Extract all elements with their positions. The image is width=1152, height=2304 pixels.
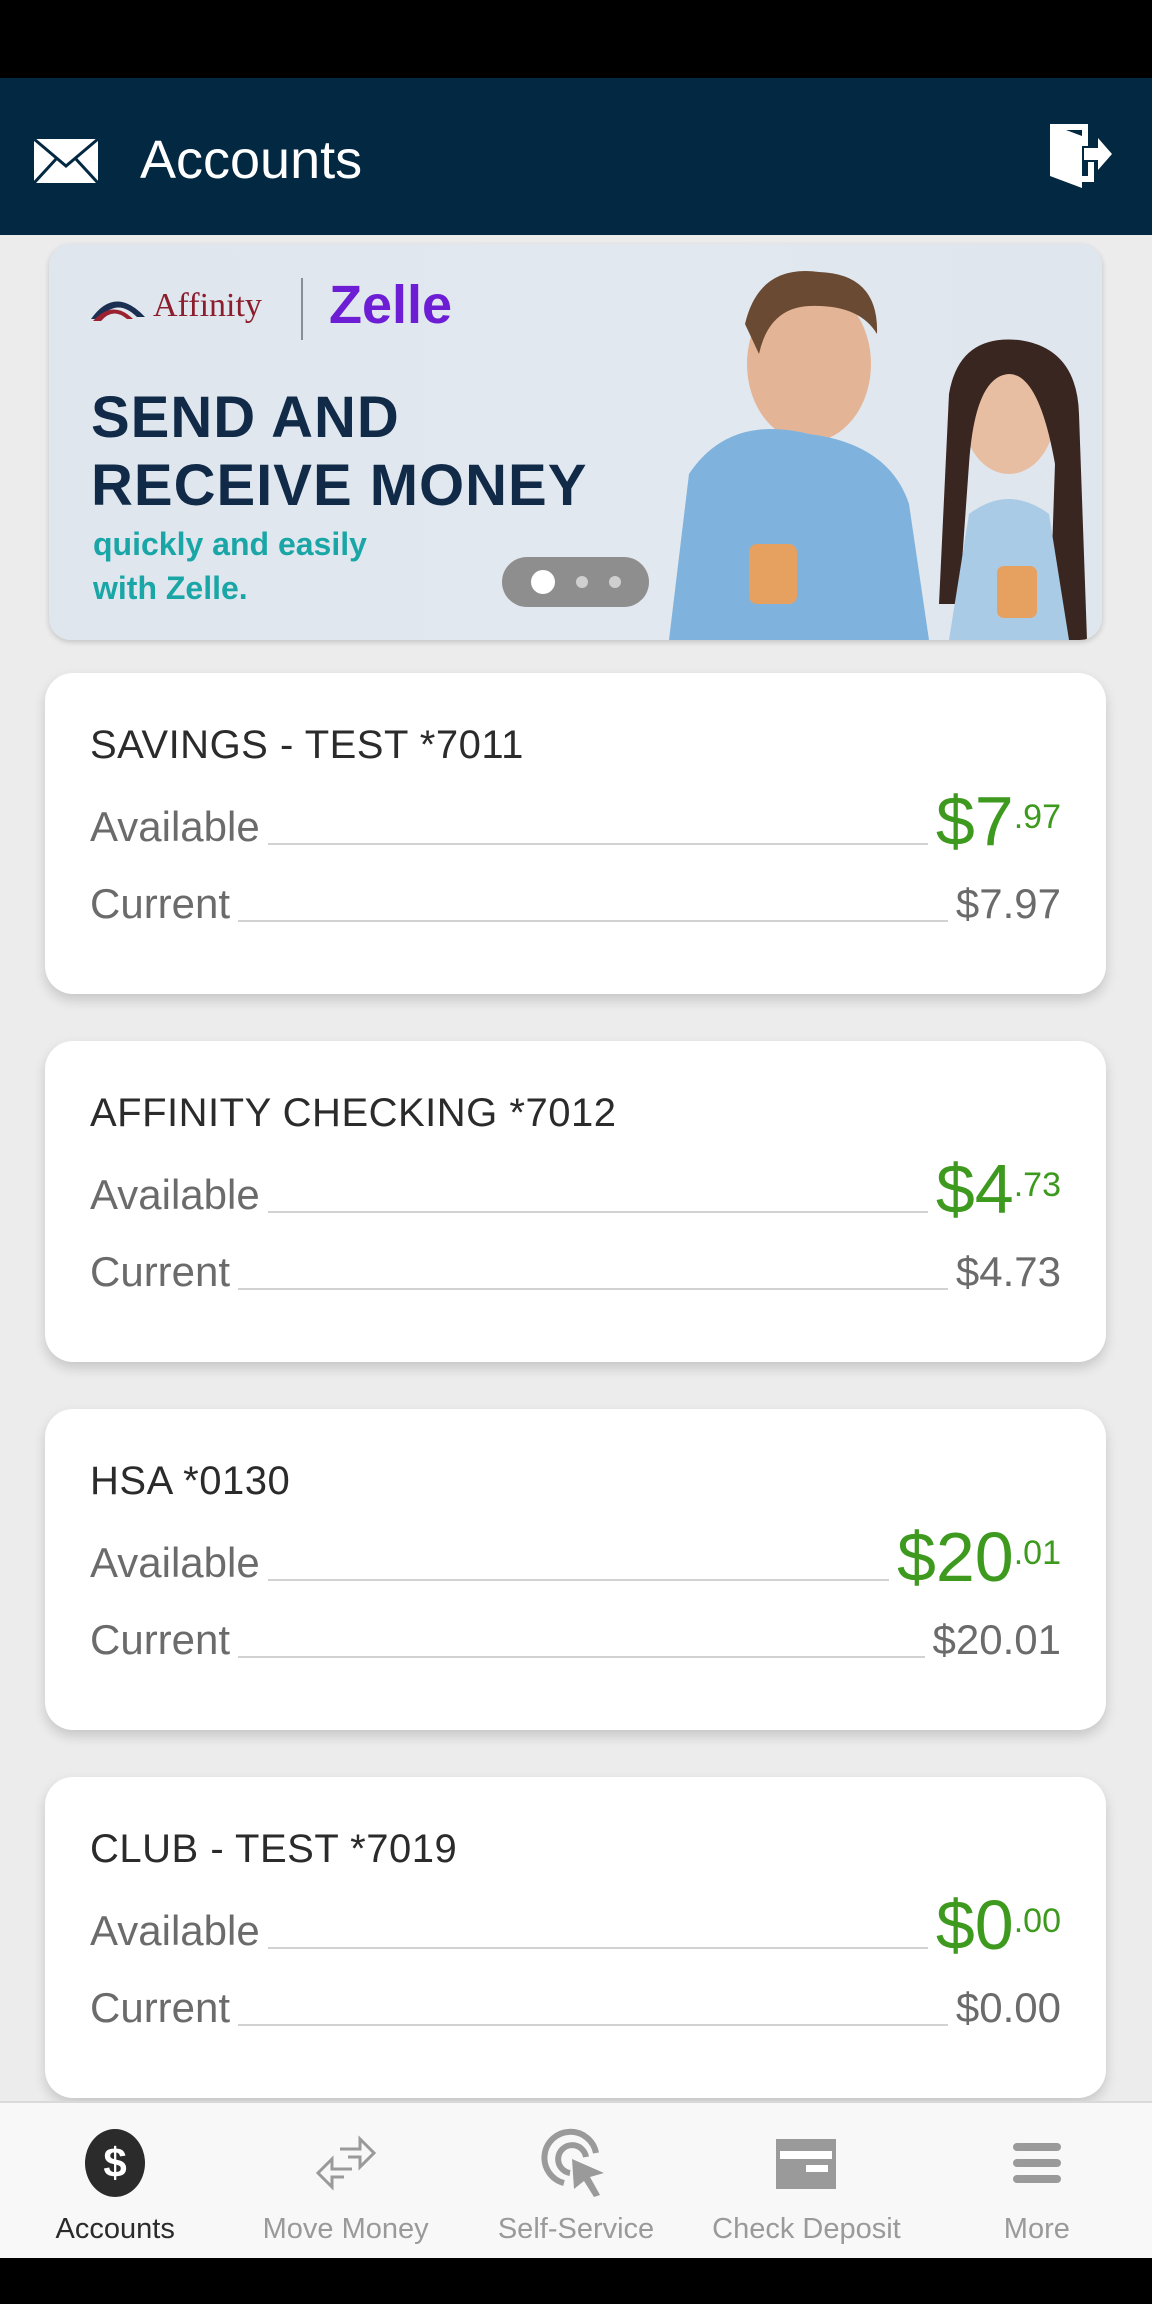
logo-divider bbox=[301, 278, 303, 340]
accounts-list[interactable]: Affinity Zelle SEND AND RECEIVE MONEY qu… bbox=[0, 235, 1152, 2101]
promo-banner[interactable]: Affinity Zelle SEND AND RECEIVE MONEY qu… bbox=[49, 244, 1102, 640]
available-row: Available $20.01 bbox=[90, 1518, 1061, 1596]
account-card[interactable]: SAVINGS - TEST *7011 Available $7.97 Cur… bbox=[45, 673, 1106, 994]
available-balance: $20.01 bbox=[896, 1518, 1061, 1596]
check-icon bbox=[776, 2139, 837, 2189]
available-row: Available $0.00 bbox=[90, 1886, 1061, 1964]
menu-icon bbox=[1012, 2143, 1061, 2183]
available-balance: $7.97 bbox=[935, 782, 1061, 860]
account-name: AFFINITY CHECKING *7012 bbox=[90, 1091, 617, 1135]
carousel-dot-2[interactable] bbox=[575, 576, 588, 588]
available-row: Available $4.73 bbox=[90, 1150, 1061, 1228]
available-balance: $4.73 bbox=[935, 1150, 1061, 1228]
couple-with-phones-image bbox=[669, 271, 1087, 640]
account-card[interactable]: AFFINITY CHECKING *7012 Available $4.73 … bbox=[45, 1041, 1106, 1362]
nav-item-move-money[interactable]: Move Money bbox=[230, 2103, 460, 2260]
cursor-click-icon bbox=[541, 2128, 605, 2197]
account-name: SAVINGS - TEST *7011 bbox=[90, 723, 524, 767]
current-row: Current $4.73 bbox=[90, 1248, 1061, 1295]
current-balance: $4.73 bbox=[955, 1248, 1061, 1295]
available-row: Available $7.97 bbox=[90, 782, 1061, 860]
dollar-circle-icon: $ bbox=[85, 2129, 146, 2197]
account-card[interactable]: CLUB - TEST *7019 Available $0.00 Curren… bbox=[45, 1777, 1106, 2098]
current-row: Current $20.01 bbox=[90, 1616, 1061, 1663]
nav-item-check-deposit[interactable]: Check Deposit bbox=[691, 2103, 921, 2260]
account-name: CLUB - TEST *7019 bbox=[90, 1827, 458, 1871]
current-row: Current $7.97 bbox=[90, 880, 1061, 927]
svg-text:$: $ bbox=[104, 2139, 127, 2186]
app-header: Accounts bbox=[0, 78, 1152, 235]
nav-item-accounts[interactable]: $ Accounts bbox=[0, 2103, 230, 2260]
bottom-nav: $ Accounts Move Money Self-Service Check… bbox=[0, 2101, 1152, 2260]
carousel-dot-1[interactable] bbox=[530, 570, 555, 594]
logout-icon[interactable] bbox=[1048, 122, 1112, 190]
nav-item-more[interactable]: More bbox=[922, 2103, 1152, 2260]
carousel-indicator[interactable] bbox=[502, 557, 649, 607]
current-balance: $0.00 bbox=[955, 1984, 1061, 2031]
system-nav-bar bbox=[0, 2258, 1152, 2304]
mail-icon[interactable] bbox=[33, 138, 99, 184]
account-name: HSA *0130 bbox=[90, 1459, 291, 1503]
banner-subtext: quickly and easily with Zelle. bbox=[93, 526, 367, 606]
page-title: Accounts bbox=[140, 130, 363, 190]
transfer-arrows-icon bbox=[315, 2135, 376, 2191]
nav-item-self-service[interactable]: Self-Service bbox=[461, 2103, 691, 2260]
current-balance: $7.97 bbox=[955, 880, 1061, 927]
account-card[interactable]: HSA *0130 Available $20.01 Current $20.0… bbox=[45, 1409, 1106, 1730]
current-row: Current $0.00 bbox=[90, 1984, 1061, 2031]
carousel-dot-3[interactable] bbox=[608, 576, 621, 588]
banner-headline: SEND AND RECEIVE MONEY bbox=[91, 385, 588, 518]
affinity-arch-icon bbox=[91, 301, 145, 321]
available-balance: $0.00 bbox=[935, 1886, 1061, 1964]
status-bar bbox=[0, 0, 1152, 78]
current-balance: $20.01 bbox=[932, 1616, 1061, 1663]
affinity-logo: Affinity bbox=[89, 286, 262, 326]
zelle-logo: Zelle bbox=[329, 275, 453, 335]
